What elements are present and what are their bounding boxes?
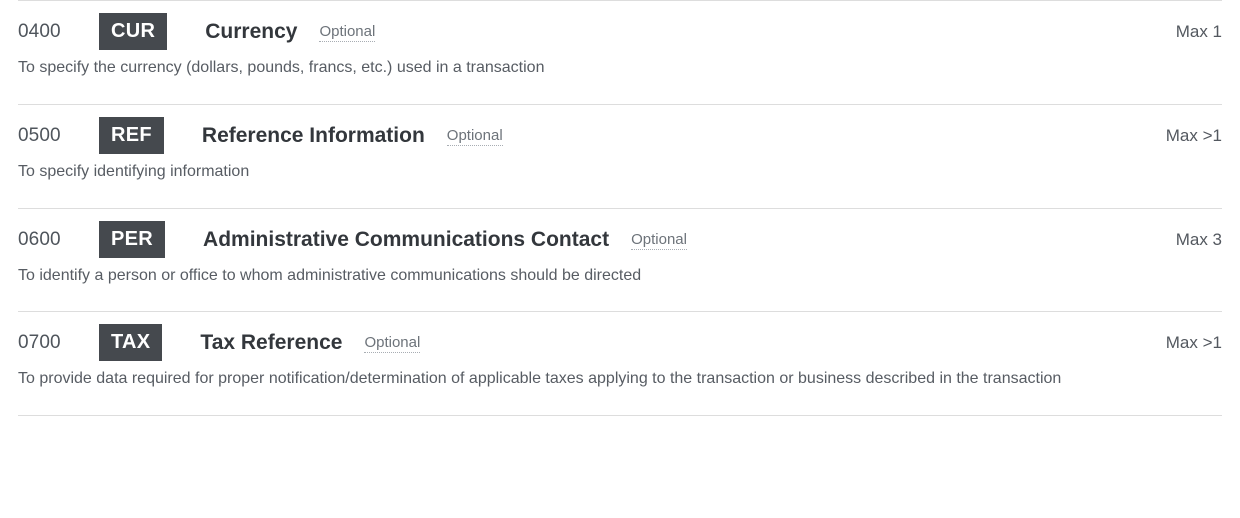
- segment-tag-badge[interactable]: PER: [99, 220, 166, 258]
- segment-row-0400[interactable]: 0400 CUR Currency Optional Max 1 To spec…: [0, 1, 1240, 104]
- segment-title: Currency: [205, 20, 298, 43]
- segment-row-0600[interactable]: 0600 PER Administrative Communications C…: [0, 209, 1240, 312]
- segment-tag-badge[interactable]: CUR: [99, 13, 168, 50]
- segment-max-usage: Max 1: [1175, 22, 1222, 41]
- segment-row-0500[interactable]: 0500 REF Reference Information Optional …: [0, 105, 1240, 208]
- segment-max-usage: Max >1: [1165, 333, 1222, 353]
- segment-description: To provide data required for proper noti…: [18, 370, 1062, 388]
- segment-header: 0500 REF Reference Information Optional …: [18, 105, 1222, 166]
- segment-max-usage: Max 3: [1175, 229, 1222, 249]
- row-divider: [18, 415, 1222, 417]
- segment-requirement-label[interactable]: Optional: [364, 335, 421, 354]
- segment-tag-badge[interactable]: REF: [99, 116, 164, 154]
- segment-requirement-label[interactable]: Optional: [446, 128, 503, 146]
- segment-header: 0600 PER Administrative Communications C…: [18, 209, 1222, 270]
- segment-max-usage: Max >1: [1165, 125, 1222, 145]
- segment-position-code: 0500: [18, 124, 61, 146]
- segment-header: 0400 CUR Currency Optional Max 1: [18, 1, 1222, 62]
- segment-description: To identify a person or office to whom a…: [18, 266, 642, 284]
- segment-description: To specify identifying information: [18, 162, 250, 180]
- segment-title: Administrative Communications Contact: [203, 227, 610, 251]
- segment-description: To specify the currency (dollars, pounds…: [18, 59, 545, 76]
- segment-header: 0700 TAX Tax Reference Optional Max >1: [18, 312, 1222, 373]
- segment-position-code: 0400: [18, 21, 61, 42]
- segment-title: Reference Information: [201, 123, 425, 147]
- segment-title: Tax Reference: [200, 331, 343, 355]
- segment-requirement-label[interactable]: Optional: [319, 24, 376, 42]
- segment-requirement-label[interactable]: Optional: [631, 232, 687, 250]
- segment-tag-badge[interactable]: TAX: [99, 324, 163, 362]
- segment-row-0700[interactable]: 0700 TAX Tax Reference Optional Max >1 T…: [0, 312, 1240, 415]
- segment-list: 0400 CUR Currency Optional Max 1 To spec…: [0, 0, 1240, 417]
- segment-position-code: 0600: [18, 228, 61, 250]
- segment-position-code: 0700: [18, 332, 61, 354]
